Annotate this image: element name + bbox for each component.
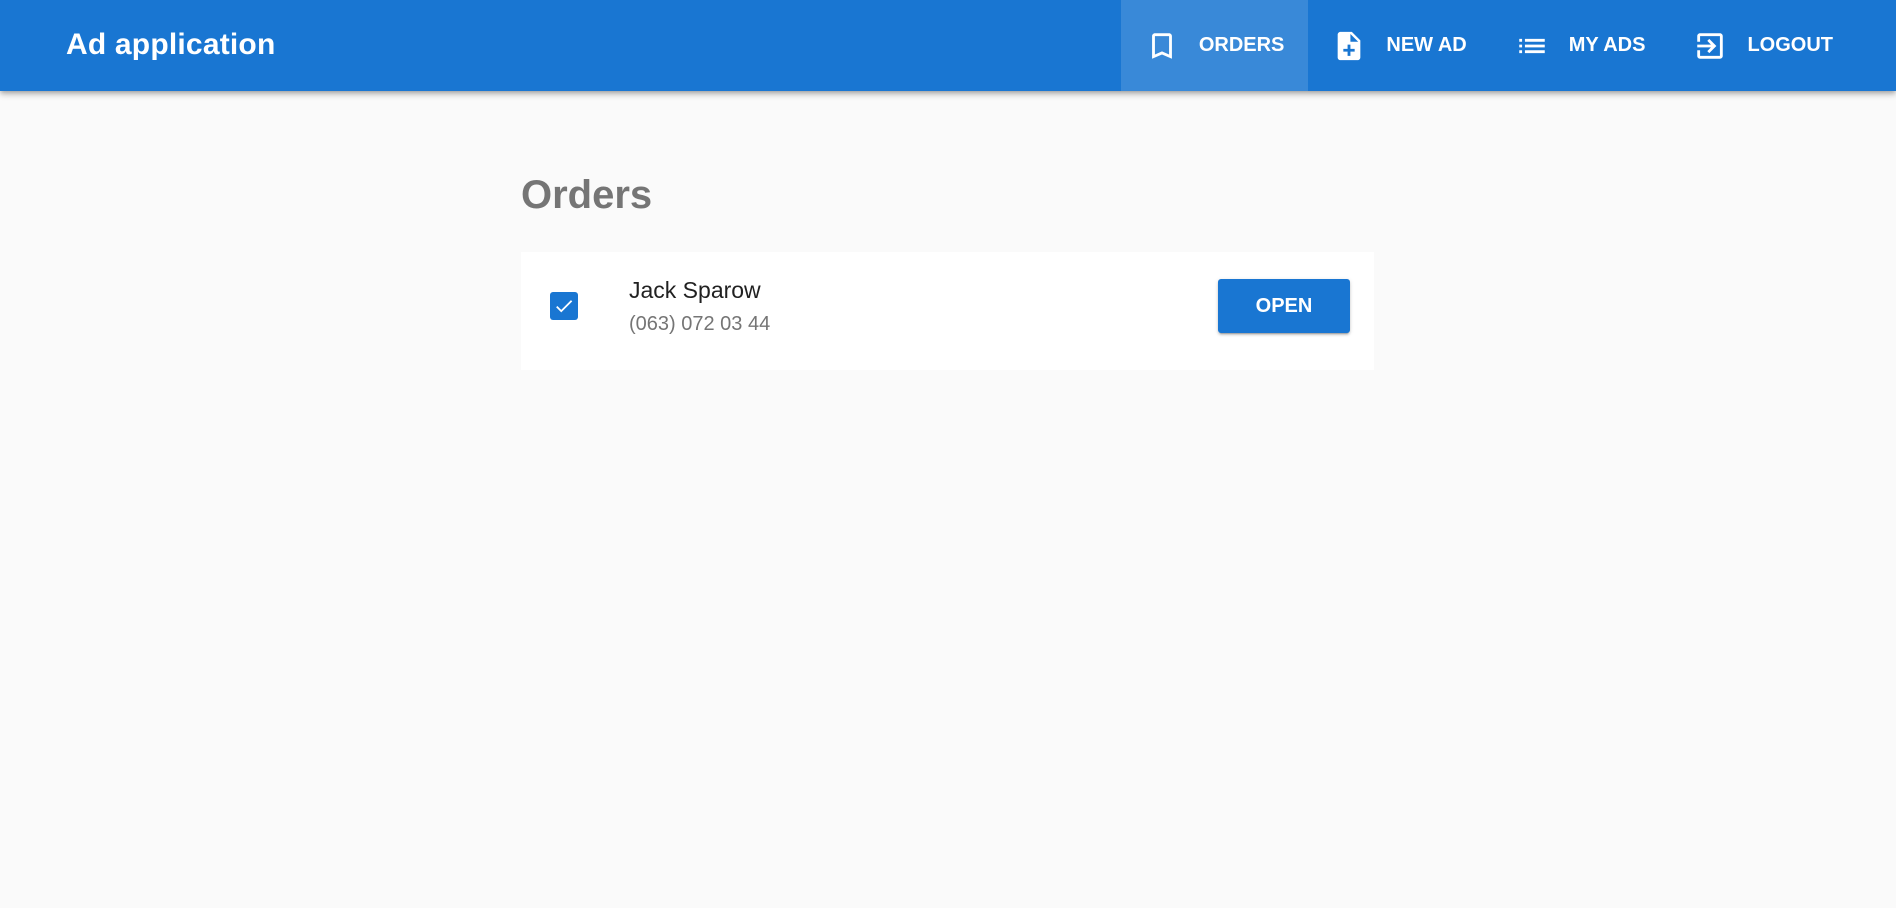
nav-item-label: LOGOUT [1747, 34, 1833, 56]
check-icon [556, 300, 573, 313]
exit-to-app-icon [1693, 29, 1727, 63]
note-add-icon [1332, 29, 1366, 63]
order-customer-name: Jack Sparow [629, 277, 761, 303]
page-title: Orders [521, 173, 653, 217]
open-order-button[interactable]: OPEN [1218, 279, 1350, 333]
nav-item-my-ads[interactable]: MY ADS [1491, 0, 1670, 91]
app-title[interactable]: Ad application [66, 0, 275, 91]
order-done-checkbox[interactable] [550, 292, 578, 320]
nav-item-label: ORDERS [1198, 34, 1285, 56]
main-nav: ORDERS NEW AD MY ADS LOGOUT [1120, 0, 1857, 91]
main-content: Orders Jack Sparow (063) 072 03 44 OPEN [521, 91, 1374, 370]
nav-item-orders[interactable]: ORDERS [1120, 0, 1309, 91]
bookmark-icon [1145, 29, 1179, 63]
app-toolbar: Ad application ORDERS NEW AD MY ADS LOGO… [0, 0, 1896, 91]
order-customer-phone: (063) 072 03 44 [629, 313, 771, 335]
nav-item-new-ad[interactable]: NEW AD [1308, 0, 1490, 91]
nav-item-label: MY ADS [1568, 34, 1646, 56]
nav-item-logout[interactable]: LOGOUT [1669, 0, 1857, 91]
order-list-item: Jack Sparow (063) 072 03 44 OPEN [521, 252, 1374, 370]
list-icon [1515, 29, 1549, 63]
nav-item-label: NEW AD [1386, 34, 1467, 56]
